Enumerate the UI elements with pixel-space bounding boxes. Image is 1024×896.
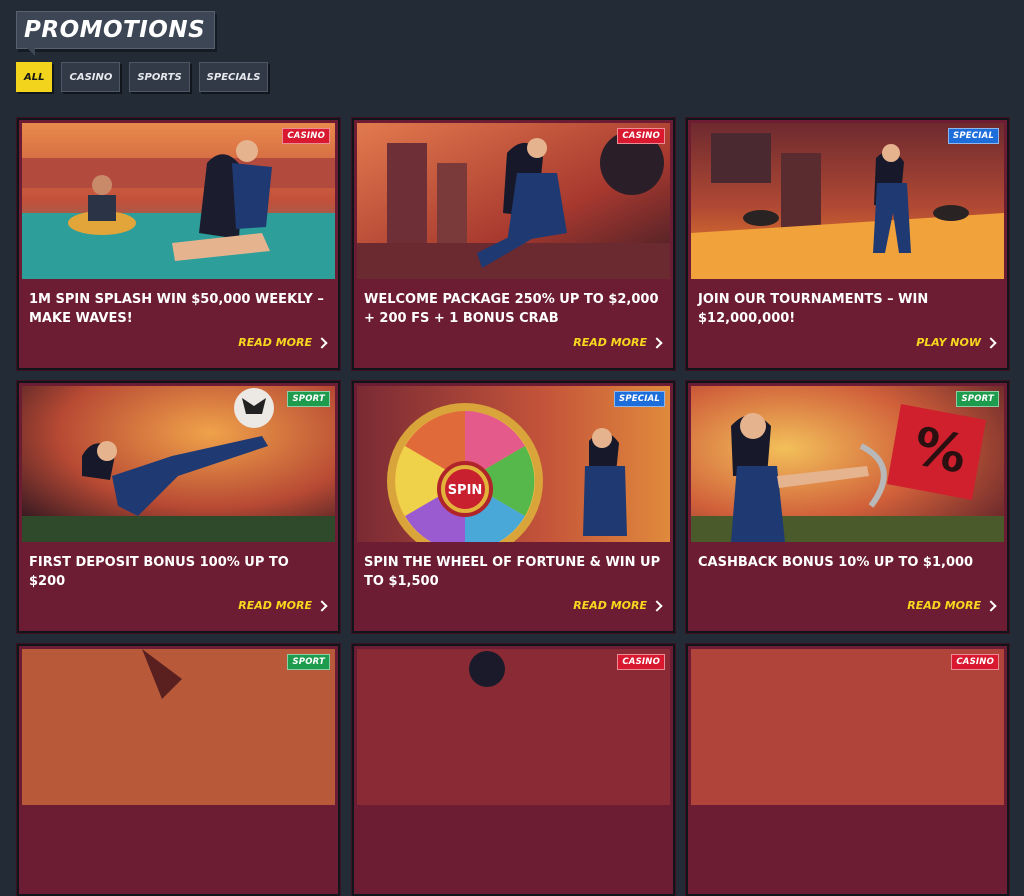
promo-card-spin-splash[interactable]: CASINO 1M SPIN SPLASH WIN $50,000 WEEKLY…	[17, 118, 340, 370]
page-title: PROMOTIONS	[16, 11, 216, 56]
cta-label: READ MORE	[573, 336, 647, 349]
promo-card-cashback[interactable]: % SPORT CASHBACK BONUS 10% UP TO $1,000 …	[686, 381, 1009, 633]
promo-image: CASINO	[691, 649, 1004, 805]
promo-title: JOIN OUR TOURNAMENTS – WIN $12,000,000!	[698, 292, 929, 326]
play-now-link[interactable]: PLAY NOW	[916, 336, 997, 349]
promo-image: SPECIAL	[691, 123, 1004, 279]
cta-label: PLAY NOW	[916, 336, 981, 349]
read-more-link[interactable]: READ MORE	[573, 599, 663, 612]
chevron-right-icon	[985, 600, 997, 612]
category-badge: CASINO	[617, 128, 665, 144]
promo-card[interactable]: CASINO	[352, 644, 675, 896]
promo-card[interactable]: CASINO	[686, 644, 1009, 896]
promo-title: SPIN THE WHEEL OF FORTUNE & WIN UP TO $1…	[364, 555, 661, 589]
category-badge: SPECIAL	[614, 391, 665, 407]
promo-title: 1M SPIN SPLASH WIN $50,000 WEEKLY – MAKE…	[29, 292, 324, 326]
category-badge: SPORT	[287, 391, 330, 407]
cta-label: READ MORE	[573, 599, 647, 612]
promo-card-wheel-of-fortune[interactable]: SPIN SPECIAL SPIN THE WHEEL OF FORTUNE &…	[352, 381, 675, 633]
promo-image: CASINO	[22, 123, 335, 279]
promo-card-tournaments[interactable]: SPECIAL JOIN OUR TOURNAMENTS – WIN $12,0…	[686, 118, 1009, 370]
promo-card-welcome-package[interactable]: CASINO WELCOME PACKAGE 250% UP TO $2,000…	[352, 118, 675, 370]
filter-all[interactable]: ALL	[16, 62, 53, 92]
read-more-link[interactable]: READ MORE	[238, 336, 328, 349]
chevron-right-icon	[651, 337, 663, 349]
cta-label: READ MORE	[907, 599, 981, 612]
chevron-right-icon	[316, 337, 328, 349]
category-badge: CASINO	[617, 654, 665, 670]
category-badge: SPORT	[956, 391, 999, 407]
promo-image: SPORT	[22, 386, 335, 542]
promo-image: SPIN SPECIAL	[357, 386, 670, 542]
category-badge: SPORT	[287, 654, 330, 670]
chevron-right-icon	[651, 600, 663, 612]
read-more-link[interactable]: READ MORE	[573, 336, 663, 349]
promo-image: CASINO	[357, 123, 670, 279]
promo-title: WELCOME PACKAGE 250% UP TO $2,000 + 200 …	[364, 292, 659, 326]
page-title-text: PROMOTIONS	[24, 17, 206, 43]
filter-bar: ALL CASINO SPORTS SPECIALS	[16, 62, 269, 92]
filter-specials[interactable]: SPECIALS	[198, 62, 269, 92]
chevron-right-icon	[985, 337, 997, 349]
read-more-link[interactable]: READ MORE	[238, 599, 328, 612]
promo-image: CASINO	[357, 649, 670, 805]
category-badge: SPECIAL	[948, 128, 999, 144]
category-badge: CASINO	[282, 128, 330, 144]
promo-image: % SPORT	[691, 386, 1004, 542]
filter-casino[interactable]: CASINO	[61, 62, 121, 92]
chevron-right-icon	[316, 600, 328, 612]
promo-title: CASHBACK BONUS 10% UP TO $1,000	[698, 555, 974, 570]
filter-sports[interactable]: SPORTS	[129, 62, 190, 92]
cta-label: READ MORE	[238, 336, 312, 349]
promo-title: FIRST DEPOSIT BONUS 100% UP TO $200	[29, 555, 289, 589]
read-more-link[interactable]: READ MORE	[907, 599, 997, 612]
category-badge: CASINO	[951, 654, 999, 670]
promo-image: SPORT	[22, 649, 335, 805]
wheel-center-label: SPIN	[448, 483, 483, 498]
cta-label: READ MORE	[238, 599, 312, 612]
promo-card[interactable]: SPORT	[17, 644, 340, 896]
promo-card-first-deposit[interactable]: SPORT FIRST DEPOSIT BONUS 100% UP TO $20…	[17, 381, 340, 633]
